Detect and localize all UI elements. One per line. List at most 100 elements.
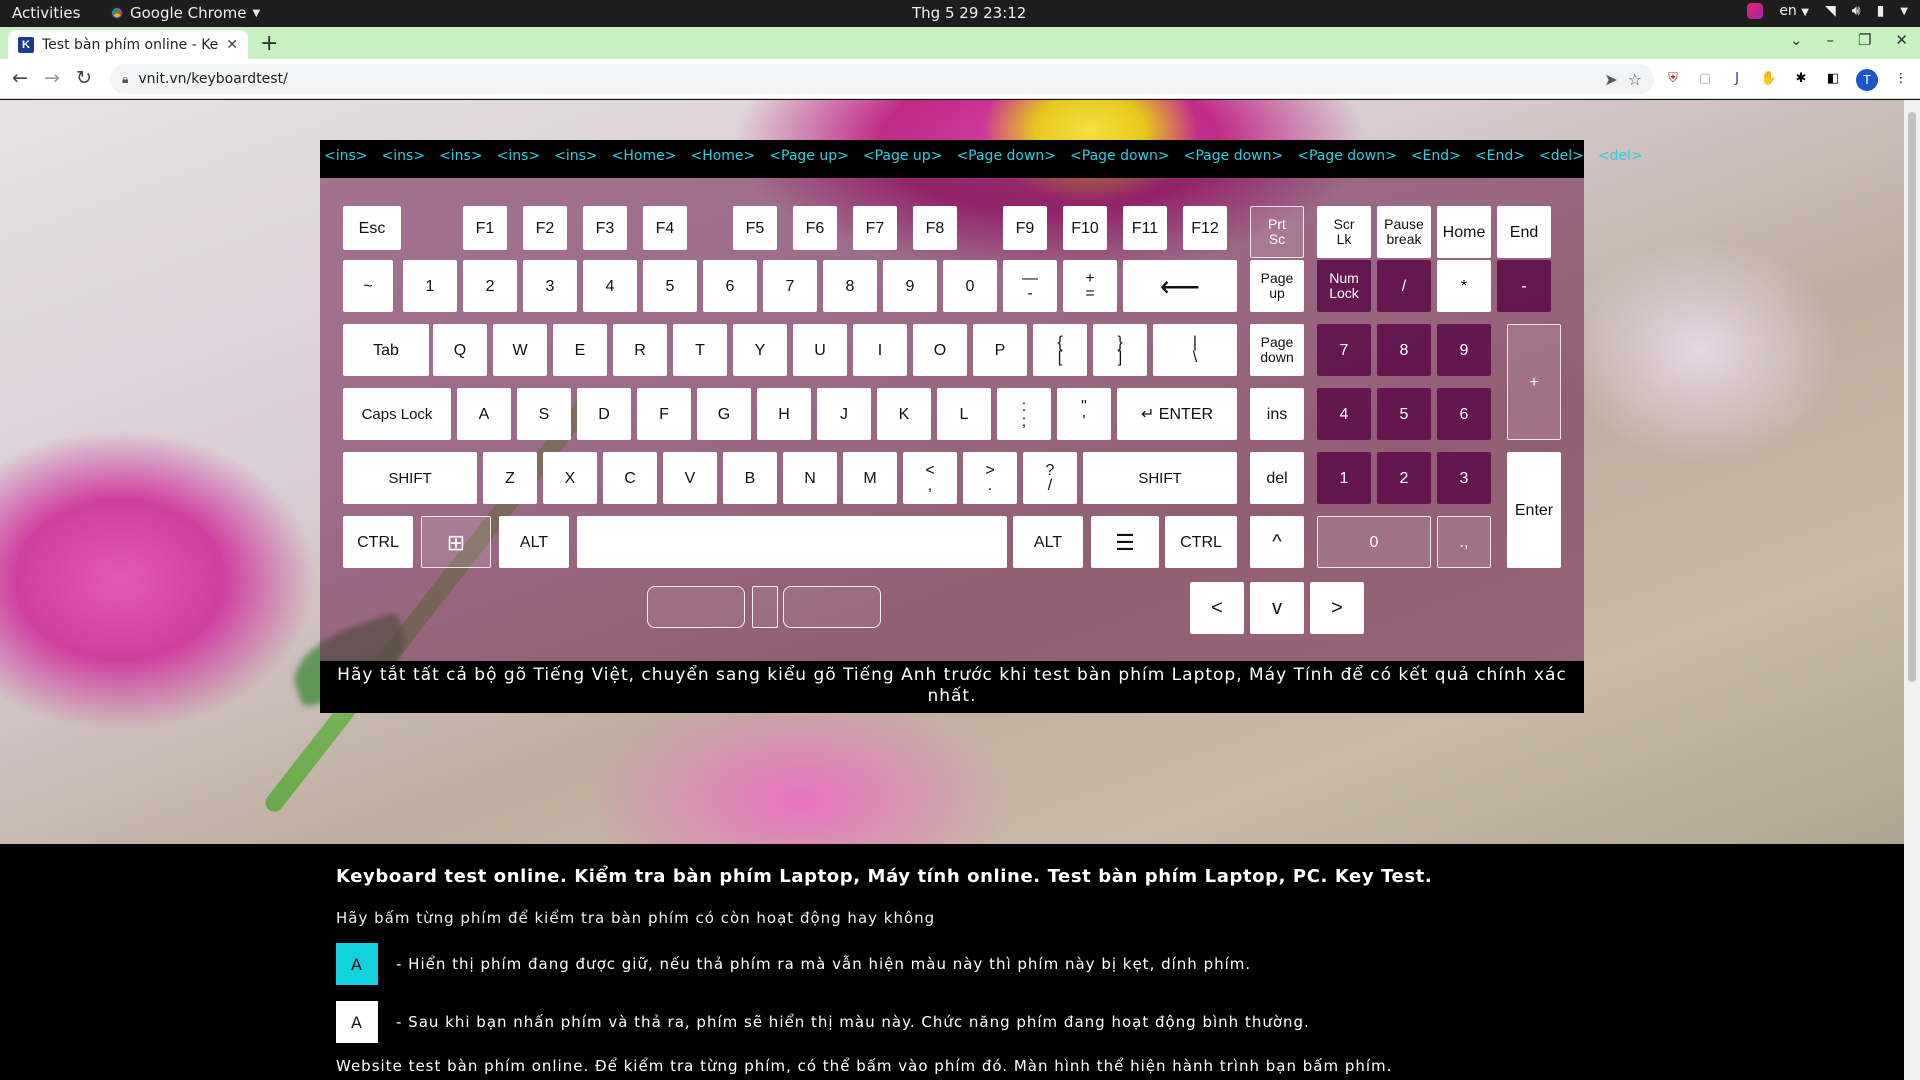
key-arrow-left[interactable]: < (1190, 582, 1244, 634)
tab-search-icon[interactable]: ⌄ (1790, 31, 1803, 49)
forward-icon[interactable]: → (44, 67, 60, 89)
menu-kebab-icon[interactable]: ⋮ (1892, 69, 1910, 87)
key-2[interactable]: 2 (463, 260, 517, 312)
system-tray[interactable]: en ▼ ◥ 🔊︎ ▮ ▼ (1747, 3, 1908, 19)
key-open-brace[interactable]: {[ (1033, 324, 1087, 376)
extension-blank-icon[interactable]: ▢ (1696, 69, 1714, 87)
extension-j-icon[interactable]: J (1728, 69, 1746, 87)
key-windows[interactable]: ⊞ (421, 516, 491, 568)
key-enter[interactable]: ↵ ENTER (1117, 388, 1237, 440)
key-close-brace[interactable]: }] (1093, 324, 1147, 376)
extension-shield-icon[interactable]: ⛨ (1664, 69, 1682, 87)
key-delete[interactable]: del (1250, 452, 1304, 504)
key-0[interactable]: 0 (943, 260, 997, 312)
key-tilde[interactable]: ~ (343, 260, 393, 312)
key-ctrl-right[interactable]: CTRL (1165, 516, 1237, 568)
key-f5[interactable]: F5 (733, 206, 777, 250)
key-period[interactable]: >. (963, 452, 1017, 504)
key-m[interactable]: M (843, 452, 897, 504)
key-f12[interactable]: F12 (1183, 206, 1227, 250)
key-f8[interactable]: F8 (913, 206, 957, 250)
key-arrow-right[interactable]: > (1310, 582, 1364, 634)
key-alt-left[interactable]: ALT (499, 516, 569, 568)
key-slash[interactable]: ? / (1023, 452, 1077, 504)
key-page-up[interactable]: Page up (1250, 260, 1304, 312)
key-end[interactable]: End (1497, 206, 1551, 258)
extension-thumb-icon[interactable]: ✋ (1760, 69, 1778, 87)
reload-icon[interactable]: ↻ (76, 67, 92, 89)
key-k[interactable]: K (877, 388, 931, 440)
browser-tab[interactable]: K Test bàn phím online - Key ✕ (8, 30, 248, 59)
key-comma[interactable]: <, (903, 452, 957, 504)
key-page-down[interactable]: Page down (1250, 324, 1304, 376)
key-r[interactable]: R (613, 324, 667, 376)
key-p[interactable]: P (973, 324, 1027, 376)
lock-icon[interactable]: 🔒︎ (122, 72, 128, 87)
key-8[interactable]: 8 (823, 260, 877, 312)
key-numpad-0[interactable]: 0 (1317, 516, 1431, 568)
key-quote[interactable]: " ' (1057, 388, 1111, 440)
key-minus[interactable]: — - (1003, 260, 1057, 312)
key-u[interactable]: U (793, 324, 847, 376)
key-numpad-4[interactable]: 4 (1317, 388, 1371, 440)
send-icon[interactable]: ➤ (1604, 70, 1617, 89)
url-text[interactable]: vnit.vn/keyboardtest/ (138, 71, 287, 87)
key-arrow-down[interactable]: v (1250, 582, 1304, 634)
key-semicolon[interactable]: :; (997, 388, 1051, 440)
key-b[interactable]: B (723, 452, 777, 504)
key-f7[interactable]: F7 (853, 206, 897, 250)
side-panel-icon[interactable]: ◧ (1824, 69, 1842, 87)
key-pause-break[interactable]: Pause break (1377, 206, 1431, 258)
key-numpad-plus[interactable]: + (1507, 324, 1561, 440)
key-ctrl-left[interactable]: CTRL (343, 516, 413, 568)
key-numpad-8[interactable]: 8 (1377, 324, 1431, 376)
volume-icon[interactable]: 🔊︎ (1852, 3, 1861, 19)
profile-avatar[interactable]: T (1856, 69, 1878, 91)
key-home[interactable]: Home (1437, 206, 1491, 258)
key-9[interactable]: 9 (883, 260, 937, 312)
key-f10[interactable]: F10 (1063, 206, 1107, 250)
key-numpad-1[interactable]: 1 (1317, 452, 1371, 504)
key-j[interactable]: J (817, 388, 871, 440)
key-g[interactable]: G (697, 388, 751, 440)
page-scrollbar[interactable] (1904, 100, 1920, 1080)
key-shift-left[interactable]: SHIFT (343, 452, 477, 504)
key-y[interactable]: Y (733, 324, 787, 376)
address-bar[interactable]: 🔒︎ vnit.vn/keyboardtest/ ➤ ☆ (110, 64, 1654, 94)
key-f3[interactable]: F3 (583, 206, 627, 250)
key-backslash[interactable]: | \ (1153, 324, 1237, 376)
key-numpad-star[interactable]: * (1437, 260, 1491, 312)
key-s[interactable]: S (517, 388, 571, 440)
key-scroll-lock[interactable]: Scr Lk (1317, 206, 1371, 258)
key-z[interactable]: Z (483, 452, 537, 504)
key-esc[interactable]: Esc (343, 206, 401, 250)
key-numpad-5[interactable]: 5 (1377, 388, 1431, 440)
key-shift-right[interactable]: SHIFT (1083, 452, 1237, 504)
back-icon[interactable]: ← (12, 67, 28, 89)
bookmark-star-icon[interactable]: ☆ (1628, 70, 1642, 89)
key-numpad-minus[interactable]: - (1497, 260, 1551, 312)
clock[interactable]: Thg 5 29 23:12 (912, 4, 1026, 22)
key-f6[interactable]: F6 (793, 206, 837, 250)
app-indicator-icon[interactable] (1747, 3, 1764, 19)
key-arrow-up[interactable]: ^ (1250, 516, 1304, 568)
scrollbar-thumb[interactable] (1908, 112, 1916, 682)
minimize-icon[interactable]: – (1826, 31, 1834, 49)
key-t[interactable]: T (673, 324, 727, 376)
language-indicator[interactable]: en ▼ (1779, 3, 1809, 19)
touchpad-middle-button[interactable] (752, 586, 778, 628)
key-alt-right[interactable]: ALT (1013, 516, 1083, 568)
key-3[interactable]: 3 (523, 260, 577, 312)
key-numpad-dot[interactable]: ., (1437, 516, 1491, 568)
battery-icon[interactable]: ▮ (1877, 3, 1885, 19)
key-o[interactable]: O (913, 324, 967, 376)
wifi-icon[interactable]: ◥ (1825, 3, 1836, 19)
key-f4[interactable]: F4 (643, 206, 687, 250)
key-tab[interactable]: Tab (343, 324, 429, 376)
key-numpad-7[interactable]: 7 (1317, 324, 1371, 376)
touchpad-right-button[interactable] (783, 586, 881, 628)
puzzle-icon[interactable]: ✱ (1792, 69, 1810, 87)
key-q[interactable]: Q (433, 324, 487, 376)
key-x[interactable]: X (543, 452, 597, 504)
maximize-icon[interactable]: ❐ (1858, 31, 1871, 49)
